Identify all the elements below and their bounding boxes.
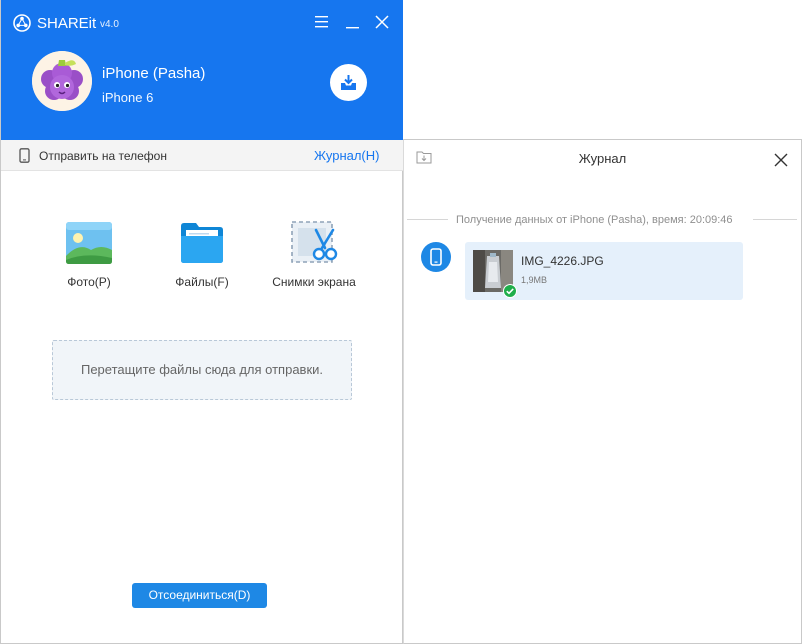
- sender-phone-avatar: [421, 242, 451, 272]
- photos-label: Фото(P): [67, 275, 111, 289]
- avatar: [32, 51, 92, 111]
- journal-window: Журнал Получение данных от iPhone (Pasha…: [403, 139, 802, 644]
- files-tile[interactable]: Файлы(F): [142, 220, 262, 289]
- journal-link[interactable]: Журнал(H): [314, 148, 379, 163]
- shareit-logo-icon: [13, 14, 31, 32]
- separator-line: [407, 219, 448, 220]
- photo-icon: [66, 222, 112, 264]
- file-name: IMG_4226.JPG: [521, 254, 604, 268]
- folder-icon: [181, 223, 223, 263]
- app-version: v4.0: [100, 19, 119, 30]
- close-icon[interactable]: [373, 12, 391, 32]
- screenshot-scissors-icon: [291, 221, 338, 263]
- receive-inbox-button[interactable]: [330, 64, 367, 101]
- device-name: iPhone (Pasha): [102, 65, 206, 82]
- drop-zone-text: Перетащите файлы сюда для отправки.: [80, 362, 324, 377]
- separator-line: [753, 219, 797, 220]
- drop-zone[interactable]: Перетащите файлы сюда для отправки.: [52, 340, 352, 400]
- header-bar: SHAREit v4.0 iPhone (Pasha) iPhone 6: [1, 0, 403, 140]
- minimize-icon[interactable]: [344, 12, 362, 32]
- file-size: 1,9MB: [521, 275, 548, 285]
- photos-tile[interactable]: Фото(P): [29, 220, 149, 289]
- disconnect-button[interactable]: Отсоединиться(D): [132, 583, 267, 608]
- send-toolbar: Отправить на телефон Журнал(H): [1, 140, 403, 171]
- screenshots-label: Снимки экрана: [272, 275, 356, 289]
- menu-icon[interactable]: [313, 12, 331, 32]
- grape-character-icon: [32, 51, 92, 111]
- send-to-phone-label[interactable]: Отправить на телефон: [39, 149, 167, 163]
- inbox-download-icon: [341, 75, 356, 90]
- files-label: Файлы(F): [175, 275, 229, 289]
- shareit-main-window: SHAREit v4.0 iPhone (Pasha) iPhone 6 Отп…: [0, 0, 403, 644]
- phone-icon: [430, 248, 442, 266]
- received-check-icon: [503, 284, 517, 298]
- journal-close-icon[interactable]: [774, 153, 788, 167]
- transfer-session-label: Получение данных от iPhone (Pasha), врем…: [456, 214, 733, 226]
- journal-title: Журнал: [578, 151, 627, 166]
- phone-icon: [19, 148, 30, 163]
- app-title: SHAREit: [37, 15, 97, 32]
- device-model: iPhone 6: [102, 90, 154, 105]
- received-file-card[interactable]: IMG_4226.JPG 1,9MB: [465, 242, 743, 300]
- screenshots-tile[interactable]: Снимки экрана: [254, 220, 374, 289]
